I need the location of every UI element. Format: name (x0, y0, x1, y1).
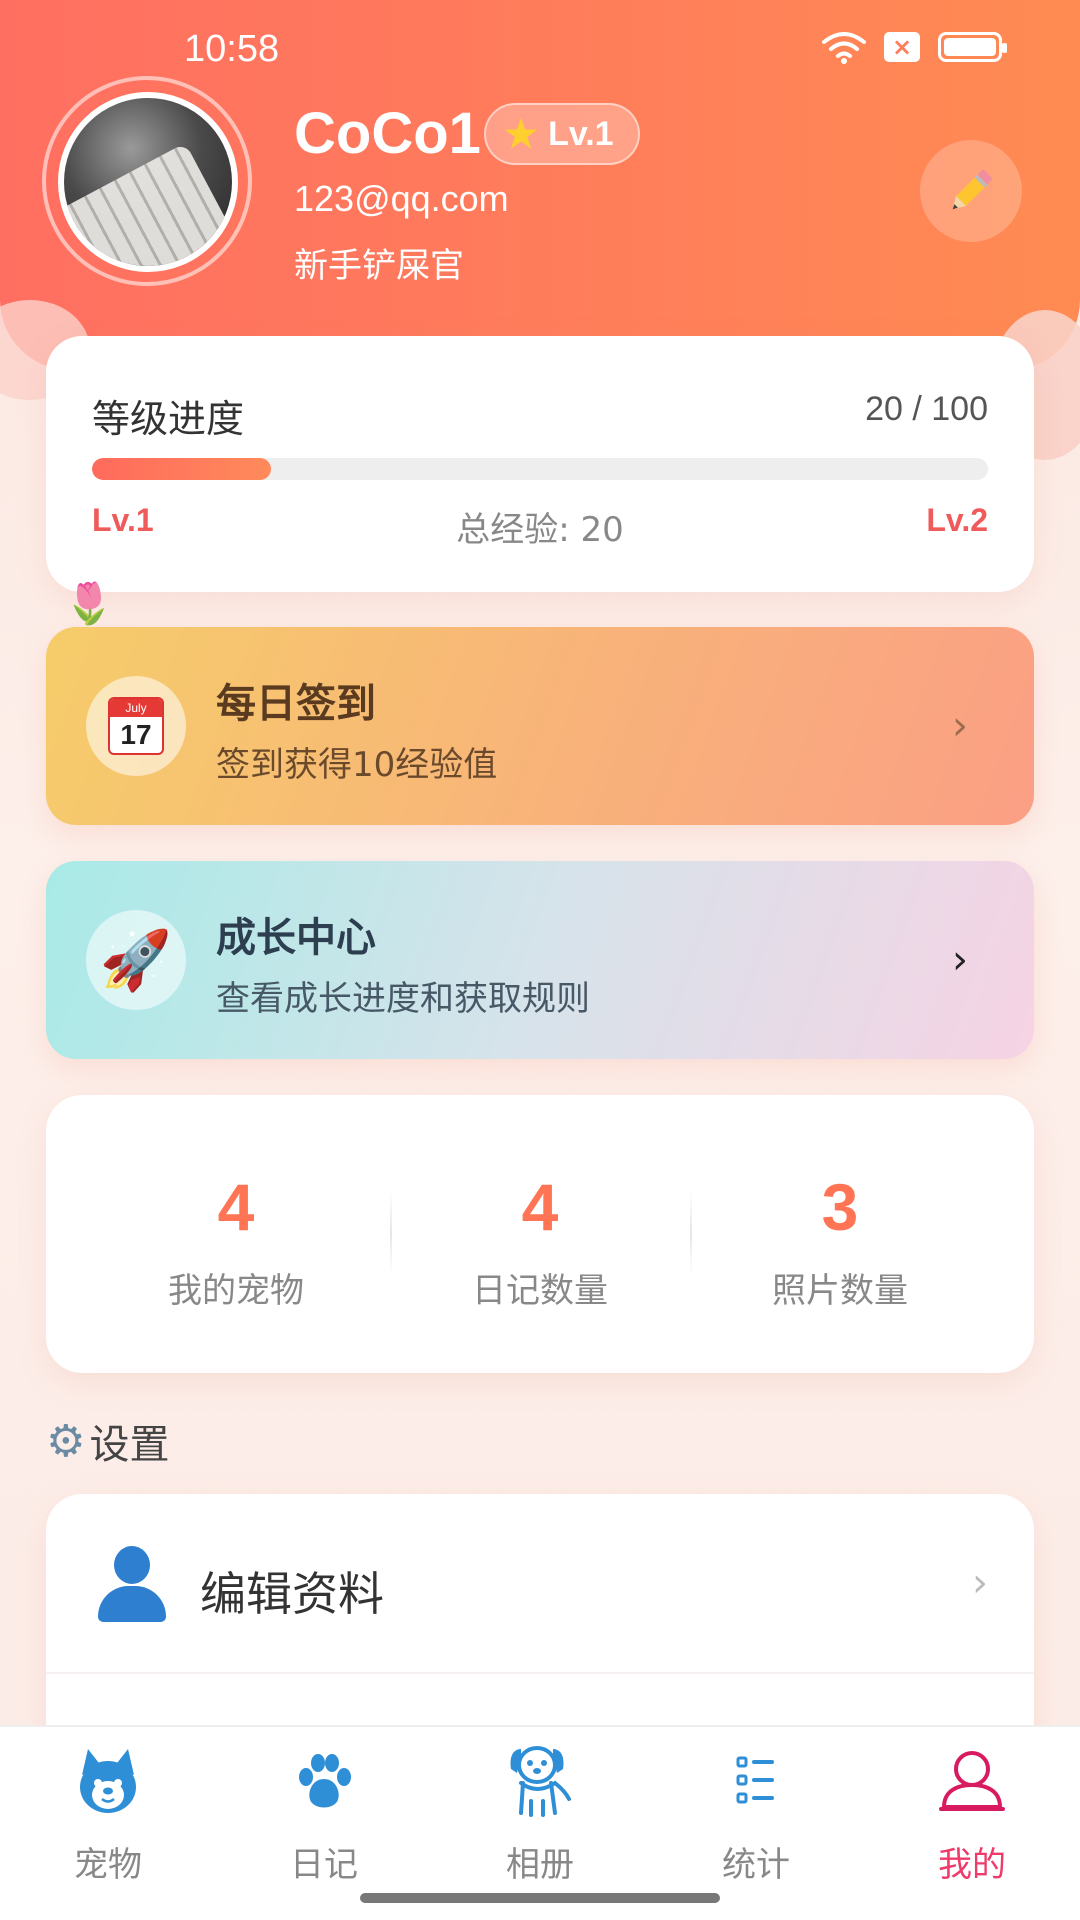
growth-center-title: 成长中心 (216, 915, 376, 961)
stat-label: 日记数量 (472, 1271, 608, 1311)
level-progress-bar (92, 458, 988, 480)
user-email: 123@qq.com (294, 178, 509, 219)
daily-checkin-card[interactable]: July 17 每日签到 签到获得10经验值 › (46, 627, 1034, 825)
next-level-label: Lv.2 (926, 502, 988, 538)
stats-card: 4 我的宠物 4 日记数量 3 照片数量 (46, 1095, 1034, 1373)
settings-card: 编辑资料 › (46, 1494, 1034, 1754)
status-icons: × (822, 30, 1007, 64)
stat-value: 4 (521, 1170, 559, 1244)
chevron-right-icon: › (952, 703, 968, 749)
total-exp-label: 总经验: 20 (456, 510, 624, 550)
stat-value: 4 (217, 1170, 255, 1244)
tab-label: 宠物 (74, 1845, 142, 1885)
stat-label: 照片数量 (772, 1271, 908, 1311)
husky-icon (0, 1739, 216, 1823)
tab-label: 统计 (722, 1845, 790, 1885)
stat-pets[interactable]: 4 我的宠物 (86, 1095, 386, 1373)
tab-label: 日记 (290, 1845, 358, 1885)
level-progress-title: 等级进度 (92, 397, 245, 441)
chevron-right-icon: › (972, 1560, 988, 1606)
level-badge: ★ Lv.1 (484, 103, 640, 165)
stat-diaries[interactable]: 4 日记数量 (390, 1095, 690, 1373)
avatar-photo (64, 142, 232, 266)
rocket-icon: 🚀 (99, 925, 173, 994)
settings-item-edit-profile[interactable]: 编辑资料 › (46, 1494, 1034, 1674)
level-progress-ratio: 20 / 100 (865, 390, 988, 428)
tab-mine[interactable]: 我的 (864, 1727, 1080, 1897)
level-progress-fill (92, 458, 272, 480)
pencil-icon (952, 169, 993, 210)
bottom-tab-bar: 宠物 日记 相册 统计 我的 (0, 1725, 1080, 1920)
gear-icon: ⚙ (46, 1415, 86, 1467)
tab-label: 相册 (506, 1845, 574, 1885)
battery-icon (938, 32, 1007, 62)
list-icon (648, 1739, 864, 1823)
star-icon: ★ (504, 113, 539, 156)
no-sim-icon: × (884, 32, 920, 62)
tab-pets[interactable]: 宠物 (0, 1727, 216, 1897)
chevron-right-icon: › (952, 937, 968, 983)
calendar-icon: July 17 (108, 697, 164, 755)
stat-photos[interactable]: 3 照片数量 (690, 1095, 990, 1373)
tab-album[interactable]: 相册 (432, 1727, 648, 1897)
edit-profile-button[interactable] (920, 140, 1022, 242)
daily-checkin-title: 每日签到 (216, 681, 376, 727)
tab-diary[interactable]: 日记 (216, 1727, 432, 1897)
user-title: 新手铲屎官 (294, 246, 464, 286)
status-time: 10:58 (184, 28, 280, 70)
level-badge-label: Lv.1 (548, 114, 614, 153)
settings-heading: ⚙ 设置 (46, 1412, 169, 1470)
growth-center-subtitle: 查看成长进度和获取规则 (216, 979, 590, 1019)
daily-checkin-subtitle: 签到获得10经验值 (216, 745, 498, 785)
tab-label: 我的 (938, 1845, 1006, 1885)
flower-icon: 🌷 (64, 581, 114, 627)
profile-icon (864, 1739, 1080, 1823)
settings-heading-label: 设置 (89, 1422, 170, 1468)
level-progress-card: 等级进度 20 / 100 Lv.1 总经验: 20 Lv.2 (46, 336, 1034, 592)
settings-item-label: 编辑资料 (200, 1567, 384, 1621)
user-icon (96, 1546, 168, 1622)
growth-center-card[interactable]: 🚀 成长中心 查看成长进度和获取规则 › (46, 861, 1034, 1059)
avatar[interactable] (58, 92, 238, 272)
stat-value: 3 (821, 1170, 859, 1244)
rocket-icon-wrap: 🚀 (86, 910, 186, 1010)
wifi-icon (822, 32, 866, 64)
paw-icon (216, 1739, 432, 1823)
home-indicator (360, 1893, 720, 1903)
dog-icon (432, 1739, 648, 1823)
stat-label: 我的宠物 (168, 1271, 304, 1311)
tab-stats[interactable]: 统计 (648, 1727, 864, 1897)
username: CoCo1 (294, 101, 481, 166)
calendar-icon-wrap: July 17 (86, 676, 186, 776)
